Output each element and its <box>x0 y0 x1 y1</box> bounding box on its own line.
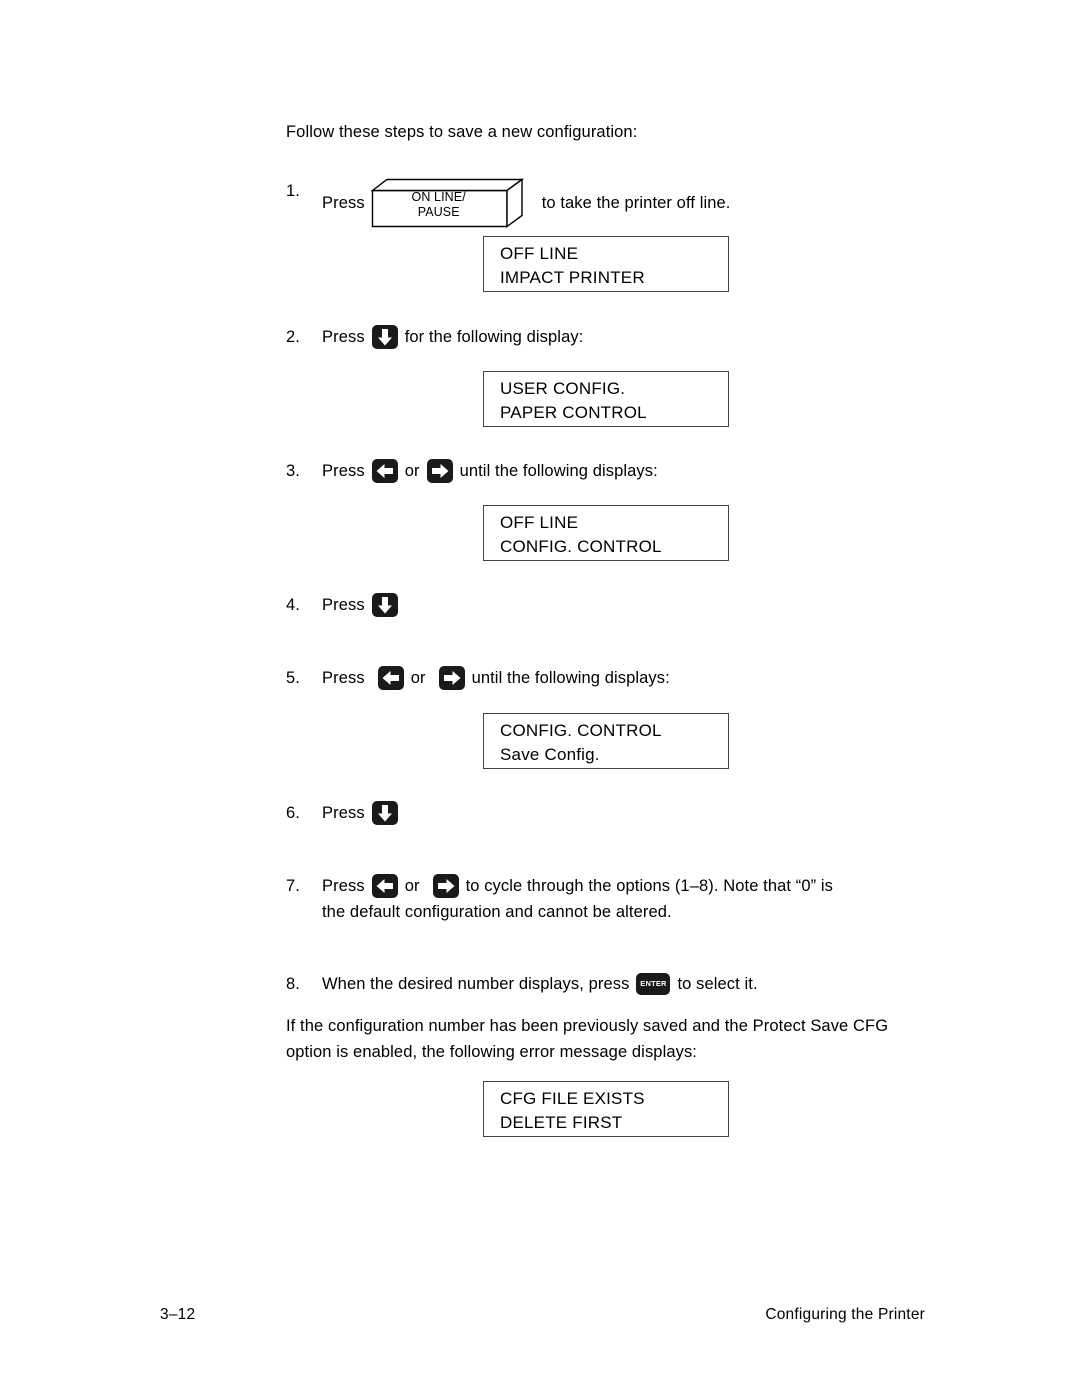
lcd-line-1: USER CONFIG. <box>500 379 626 398</box>
right-arrow-icon[interactable] <box>438 666 465 690</box>
step-6-body: Press <box>322 800 398 826</box>
step-4: 4. Press <box>286 592 398 618</box>
left-arrow-icon[interactable] <box>377 666 404 690</box>
step-2-press-label: Press <box>322 328 365 346</box>
step-6: 6. Press <box>286 800 398 826</box>
step-8-body: When the desired number displays, press … <box>322 971 758 997</box>
step-2-after-text: for the following display: <box>404 328 584 346</box>
step-7-or-label: or <box>404 877 420 895</box>
step-5-body: Press or until the following displays: <box>322 665 670 691</box>
closing-paragraph-line-2: option is enabled, the following error m… <box>286 1043 697 1061</box>
down-arrow-icon[interactable] <box>371 593 398 617</box>
down-arrow-icon[interactable] <box>371 325 398 349</box>
lcd-line-2: PAPER CONTROL <box>500 402 647 422</box>
lcd-display-off-line-config-control: OFF LINE CONFIG. CONTROL <box>483 505 729 561</box>
step-7-number: 7. <box>286 877 300 895</box>
step-6-press-label: Press <box>322 804 365 822</box>
lcd-line-2: CONFIG. CONTROL <box>500 536 662 556</box>
down-arrow-icon[interactable] <box>371 801 398 825</box>
lcd-line-2: DELETE FIRST <box>500 1112 623 1132</box>
step-8-after-text: to select it. <box>677 975 758 993</box>
document-page: Follow these steps to save a new configu… <box>0 0 1080 1397</box>
lcd-line-2: IMPACT PRINTER <box>500 267 645 287</box>
step-8: 8. When the desired number displays, pre… <box>286 971 758 997</box>
step-5-press-label: Press <box>322 669 365 687</box>
step-5-number: 5. <box>286 669 300 687</box>
closing-paragraph-line-1: If the configuration number has been pre… <box>286 1017 889 1035</box>
enter-key[interactable]: ENTER <box>636 973 671 995</box>
step-4-body: Press <box>322 592 398 618</box>
footer-chapter-title: Configuring the Printer <box>765 1306 925 1323</box>
step-5-after-text: until the following displays: <box>471 669 670 687</box>
step-1-press-label: Press <box>322 194 365 212</box>
step-1-number: 1. <box>286 182 300 200</box>
step-8-number: 8. <box>286 975 300 993</box>
closing-paragraph: If the configuration number has been pre… <box>286 1013 888 1065</box>
step-5: 5. Press or until the following displays… <box>286 665 670 691</box>
intro-paragraph: Follow these steps to save a new configu… <box>286 123 638 141</box>
step-8-before-text: When the desired number displays, press <box>322 975 630 993</box>
left-arrow-icon[interactable] <box>371 459 398 483</box>
step-7-press-label: Press <box>322 877 365 895</box>
step-2: 2. Press for the following display: <box>286 324 583 350</box>
lcd-display-off-line-impact-printer: OFF LINE IMPACT PRINTER <box>483 236 729 292</box>
step-4-press-label: Press <box>322 596 365 614</box>
step-7-after-text: to cycle through the options (1–8). Note… <box>465 877 834 895</box>
step-2-number: 2. <box>286 328 300 346</box>
step-7-body: Press or to cycle through the options (1… <box>322 873 833 925</box>
right-arrow-icon[interactable] <box>432 874 459 898</box>
step-5-or-label: or <box>410 669 426 687</box>
lcd-line-1: CFG FILE EXISTS <box>500 1089 645 1108</box>
step-1-after-text: to take the printer off line. <box>541 194 731 212</box>
lcd-line-2: Save Config. <box>500 744 600 764</box>
step-6-number: 6. <box>286 804 300 822</box>
lcd-display-config-control-save-config: CONFIG. CONTROL Save Config. <box>483 713 729 769</box>
lcd-line-1: OFF LINE <box>500 244 579 263</box>
step-3-after-text: until the following displays: <box>459 462 658 480</box>
lcd-line-1: OFF LINE <box>500 513 579 532</box>
left-arrow-icon[interactable] <box>371 874 398 898</box>
lcd-display-user-config-paper-control: USER CONFIG. PAPER CONTROL <box>483 371 729 427</box>
step-4-number: 4. <box>286 596 300 614</box>
step-3-body: Press or until the following displays: <box>322 458 658 484</box>
step-3-number: 3. <box>286 462 300 480</box>
right-arrow-icon[interactable] <box>426 459 453 483</box>
step-1: 1. Press ON LINE/ PAUSE to take the prin… <box>286 178 730 228</box>
footer-page-number: 3–12 <box>160 1306 196 1323</box>
online-pause-key[interactable]: ON LINE/ PAUSE <box>370 178 529 228</box>
enter-key-label: ENTER <box>640 979 667 988</box>
step-3-press-label: Press <box>322 462 365 480</box>
step-7-second-line: the default configuration and cannot be … <box>322 903 672 921</box>
step-3-or-label: or <box>404 462 420 480</box>
step-1-body: Press ON LINE/ PAUSE to take the printer… <box>322 178 730 228</box>
lcd-display-cfg-file-exists-delete-first: CFG FILE EXISTS DELETE FIRST <box>483 1081 729 1137</box>
step-7: 7. Press or to cycle through the options… <box>286 873 833 925</box>
step-3: 3. Press or until the following displays… <box>286 458 658 484</box>
lcd-line-1: CONFIG. CONTROL <box>500 721 662 740</box>
step-2-body: Press for the following display: <box>322 324 583 350</box>
